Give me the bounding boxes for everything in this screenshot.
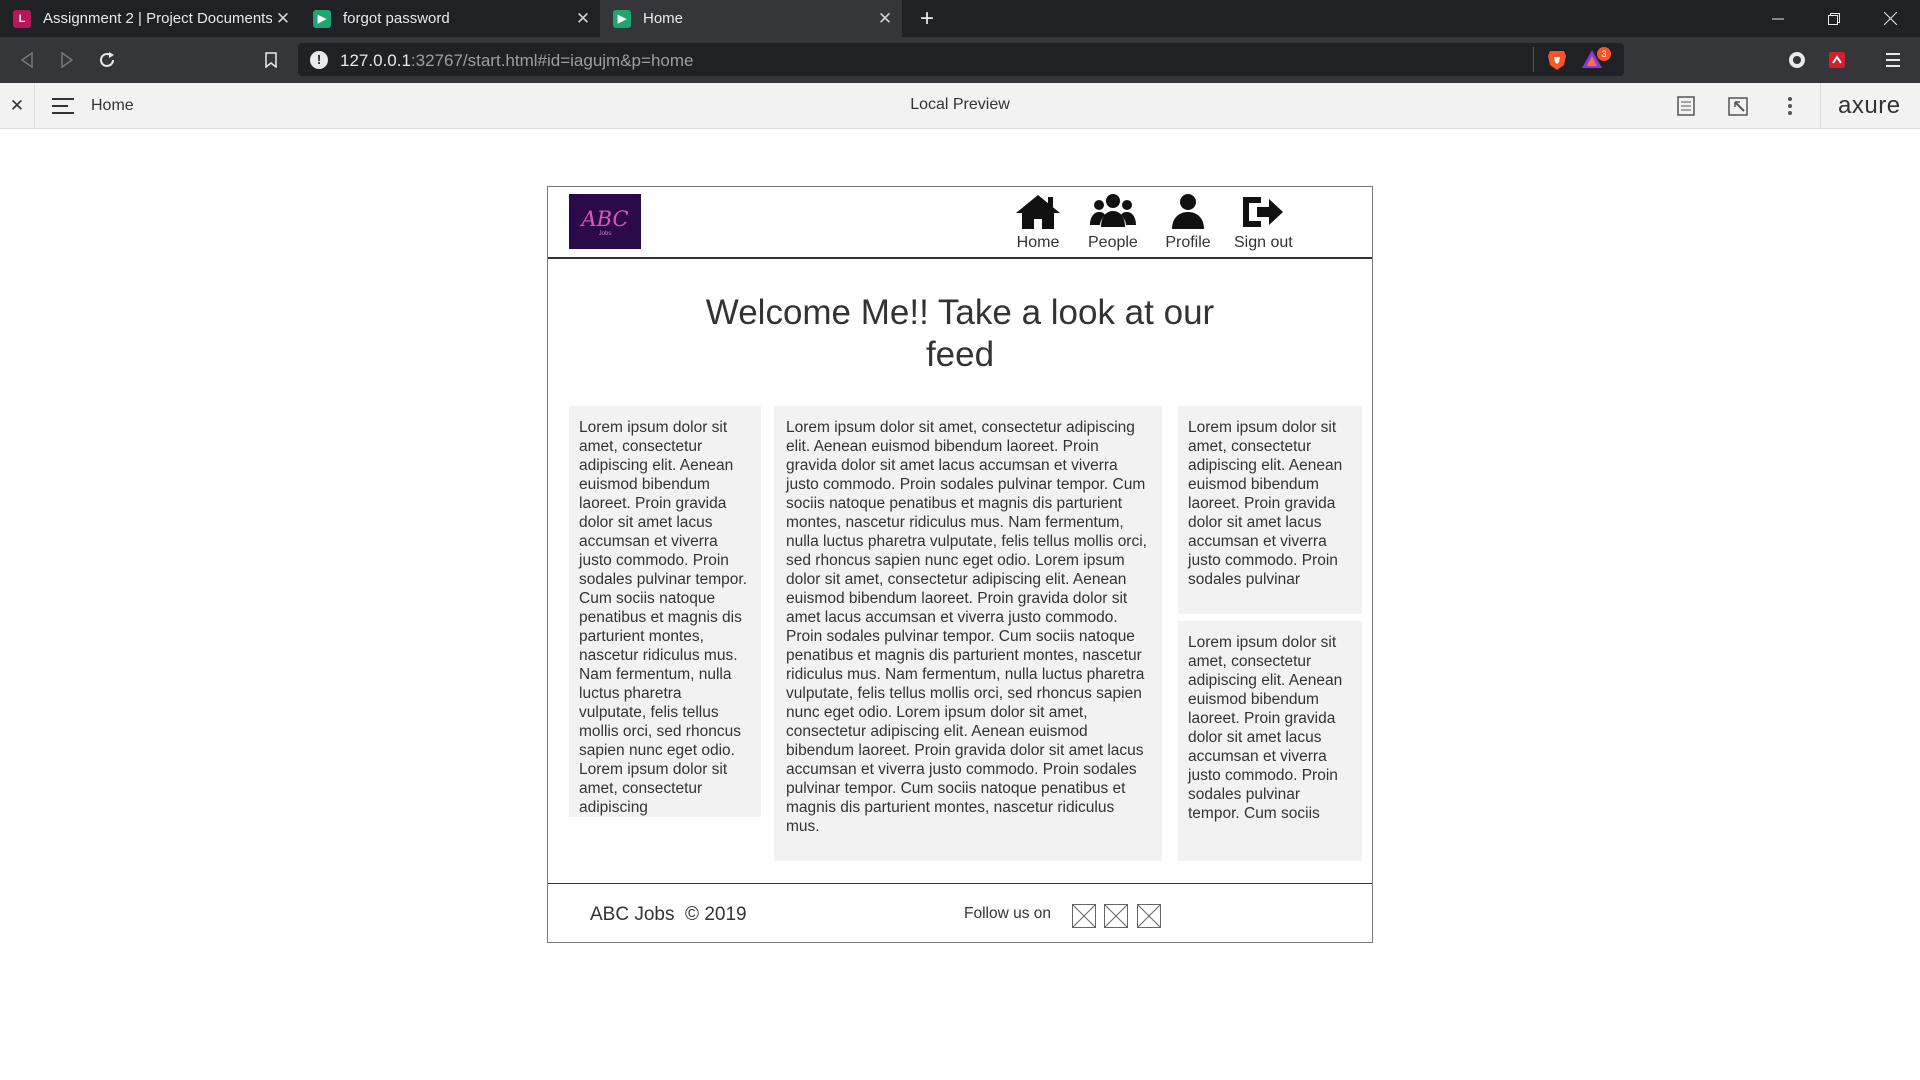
social-link-1[interactable] xyxy=(1072,904,1096,928)
new-tab-button[interactable]: + xyxy=(912,0,942,37)
sitemap-menu-button[interactable] xyxy=(52,97,74,120)
nav-sign-out[interactable]: Sign out xyxy=(1234,193,1293,252)
tab-title: Assignment 2 | Project Documents xyxy=(43,10,272,27)
nav-label: Sign out xyxy=(1234,234,1293,251)
home-icon xyxy=(1016,195,1060,229)
browser-tab-bar: L Assignment 2 | Project Documents ✕ ▶ f… xyxy=(0,0,1920,37)
url-host: 127.0.0.1 xyxy=(340,51,411,70)
logo-subtext: Jobs xyxy=(598,230,612,237)
extension-circle-icon xyxy=(1789,52,1805,68)
rewards-badge: 3 xyxy=(1597,47,1611,61)
close-window-button[interactable] xyxy=(1862,0,1918,37)
extension-button[interactable] xyxy=(1782,45,1812,75)
close-sitemap-button[interactable]: ✕ xyxy=(0,83,35,128)
prototype-canvas: ABC Jobs Home People Profile Sign out We… xyxy=(0,130,1920,1078)
close-icon[interactable]: ✕ xyxy=(874,9,896,29)
axure-favicon-icon: ▶ xyxy=(313,9,331,28)
url-text: 127.0.0.1:32767/start.html#id=iagujm&p=h… xyxy=(340,51,693,71)
feed-card-right-top: Lorem ipsum dolor sit amet, consectetur … xyxy=(1178,406,1362,614)
nav-label: Home xyxy=(1016,234,1060,251)
sitemap-menu-icon xyxy=(52,98,74,114)
brave-lion-icon xyxy=(1548,51,1566,70)
close-window-icon xyxy=(1883,12,1897,25)
footer-copyright: ABC Jobs © 2019 xyxy=(590,904,747,925)
restore-button[interactable] xyxy=(1806,0,1862,37)
bookmark-button[interactable] xyxy=(256,45,286,75)
nav-home[interactable]: Home xyxy=(1014,193,1062,252)
nav-label: People xyxy=(1088,234,1138,251)
axure-toolbar: ✕ Home Local Preview axure xyxy=(0,83,1920,129)
address-bar[interactable]: ! 127.0.0.1:32767/start.html#id=iagujm&p… xyxy=(298,43,1624,76)
forward-icon xyxy=(61,52,74,68)
profile-icon xyxy=(1172,194,1204,229)
restore-icon xyxy=(1828,12,1840,25)
social-link-2[interactable] xyxy=(1104,904,1128,928)
browser-menu-button[interactable] xyxy=(1878,45,1908,75)
extension-button-2[interactable] xyxy=(1822,45,1852,75)
brave-rewards-button[interactable]: 3 xyxy=(1581,47,1611,75)
tab-home[interactable]: ▶ Home ✕ xyxy=(600,0,902,37)
lucid-favicon-icon: L xyxy=(13,9,31,28)
info-icon[interactable]: ! xyxy=(310,51,328,69)
url-path: :32767/start.html#id=iagujm&p=home xyxy=(410,51,694,70)
feed-card-center: Lorem ipsum dolor sit amet, consectetur … xyxy=(774,406,1162,861)
axure-favicon-icon: ▶ xyxy=(613,9,631,28)
back-button[interactable] xyxy=(12,45,42,75)
forward-button[interactable] xyxy=(52,45,82,75)
welcome-heading: Welcome Me!! Take a look at our feed xyxy=(705,293,1215,374)
nav-label: Profile xyxy=(1165,234,1211,251)
close-icon[interactable]: ✕ xyxy=(272,9,294,29)
back-icon xyxy=(20,52,33,68)
feed-card-right-bottom: Lorem ipsum dolor sit amet, consectetur … xyxy=(1178,621,1362,861)
preview-label: Local Preview xyxy=(910,96,1010,113)
notes-button[interactable] xyxy=(1677,96,1695,121)
logo-text: ABC xyxy=(581,206,629,231)
more-options-button[interactable] xyxy=(1787,96,1793,121)
nav-people[interactable]: People xyxy=(1088,193,1138,252)
inspect-icon xyxy=(1728,97,1748,116)
axure-logo[interactable]: axure xyxy=(1838,92,1901,120)
sign-out-icon xyxy=(1243,197,1284,227)
reload-button[interactable] xyxy=(92,45,122,75)
hamburger-menu-icon xyxy=(1886,53,1900,67)
image-placeholder-icon xyxy=(1072,904,1096,928)
tab-title: Home xyxy=(643,10,684,27)
abc-jobs-logo[interactable]: ABC Jobs xyxy=(569,194,641,249)
site-footer: ABC Jobs © 2019 Follow us on xyxy=(548,883,1372,942)
tab-forgot-password[interactable]: ▶ forgot password ✕ xyxy=(300,0,600,37)
inspect-button[interactable] xyxy=(1728,95,1750,122)
tab-assignment[interactable]: L Assignment 2 | Project Documents ✕ xyxy=(0,0,300,37)
red-extension-icon xyxy=(1829,52,1845,68)
feed-card-left: Lorem ipsum dolor sit amet, consectetur … xyxy=(569,406,761,817)
close-icon[interactable]: ✕ xyxy=(572,9,594,29)
social-link-3[interactable] xyxy=(1137,904,1161,928)
reload-icon xyxy=(100,52,114,67)
minimize-icon xyxy=(1772,18,1784,19)
prototype-page: ABC Jobs Home People Profile Sign out We… xyxy=(547,186,1373,943)
minimize-button[interactable] xyxy=(1750,0,1806,37)
bookmark-icon xyxy=(265,52,277,68)
more-vertical-icon xyxy=(1788,97,1792,115)
brave-shields-button[interactable] xyxy=(1547,49,1567,76)
follow-label: Follow us on xyxy=(964,905,1052,922)
tab-title: forgot password xyxy=(343,10,450,27)
image-placeholder-icon xyxy=(1104,904,1128,928)
site-header: ABC Jobs Home People Profile Sign out xyxy=(548,187,1372,259)
page-name[interactable]: Home xyxy=(91,97,134,115)
notes-icon xyxy=(1677,96,1695,116)
browser-toolbar: ! 127.0.0.1:32767/start.html#id=iagujm&p… xyxy=(0,37,1920,83)
people-icon xyxy=(1089,194,1136,227)
nav-profile[interactable]: Profile xyxy=(1164,193,1212,252)
image-placeholder-icon xyxy=(1137,904,1161,928)
divider xyxy=(1533,47,1534,72)
divider xyxy=(1820,83,1821,128)
